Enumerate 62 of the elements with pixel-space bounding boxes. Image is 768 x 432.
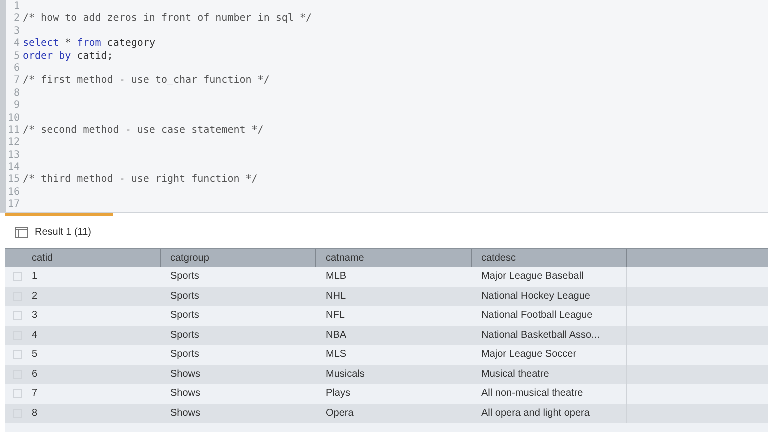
table-icon	[15, 226, 28, 238]
table-cell-text: 2	[32, 290, 38, 304]
code-line: /* first method - use to_char function */	[23, 75, 270, 88]
table-cell-text: Sports	[170, 270, 200, 284]
table-cell-text: National Football League	[482, 309, 593, 324]
line-number: 16	[6, 186, 21, 200]
code-line: /* second method - use case statement */	[23, 124, 264, 138]
line-number: 11	[6, 124, 21, 138]
table-cell-text: MLS	[326, 348, 347, 362]
table-cell-text: Sports	[170, 328, 200, 343]
table-cell-text: Musical theatre	[482, 368, 550, 382]
line-number: 10	[6, 112, 21, 125]
table-cell-text: Sports	[170, 290, 200, 304]
table-cell-text: Musicals	[326, 368, 365, 382]
table-cell-text: Shows	[170, 387, 201, 402]
table-cell-text: Sports	[170, 348, 200, 362]
line-number: 17	[6, 199, 21, 212]
table-cell-text: 3	[32, 309, 38, 324]
line-number: 1	[12, 1, 21, 14]
code-line: select * from category	[23, 38, 156, 51]
table-cell-text: NFL	[326, 309, 345, 324]
code-line: /* how to add zeros in front of number in sql */	[23, 13, 312, 26]
line-number: 4	[12, 38, 21, 51]
row-checkbox[interactable]	[13, 389, 22, 398]
line-number: 6	[12, 62, 21, 76]
table-cell-text: 4	[32, 328, 38, 343]
line-number: 3	[12, 26, 21, 38]
table-cell-text: MLB	[326, 270, 347, 284]
table-cell-text: All opera and light opera	[482, 406, 590, 421]
line-number: 12	[6, 137, 21, 150]
table-cell-text: All non-musical theatre	[482, 387, 584, 402]
line-number: 5	[12, 50, 21, 63]
code-editor[interactable]	[0, 0, 768, 213]
row-checkbox[interactable]	[13, 311, 22, 320]
table-cell-text: NBA	[326, 328, 347, 343]
row-checkbox[interactable]	[13, 272, 22, 282]
table-cell-text: Opera	[326, 406, 354, 421]
table-cell-text: 5	[32, 348, 38, 362]
line-number: 13	[6, 150, 21, 162]
table-cell-text: Plays	[326, 387, 350, 402]
result-tab[interactable]: Result 1 (11)	[5, 213, 113, 248]
line-number: 15	[6, 174, 21, 187]
table-cell-text: 1	[32, 270, 38, 284]
line-number: 2	[12, 13, 21, 26]
line-number: 9	[12, 100, 21, 113]
row-checkbox[interactable]	[13, 350, 22, 360]
code-line: order by catid;	[23, 50, 114, 63]
table-cell-text: Sports	[170, 309, 200, 324]
code-line: /* third method - use right function */	[23, 174, 258, 187]
table-cell-text: 6	[32, 368, 38, 382]
table-cell-text: National Basketball Asso...	[482, 328, 600, 343]
table-cell-text: National Hockey League	[482, 290, 590, 304]
table-cell-text: Major League Soccer	[482, 348, 577, 362]
line-number: 8	[12, 88, 21, 100]
line-number: 7	[12, 75, 21, 88]
line-number: 14	[6, 162, 21, 174]
table-cell-text: NHL	[326, 290, 346, 304]
table-cell-text: Major League Baseball	[482, 270, 584, 284]
table-cell-text: 8	[32, 406, 38, 421]
table-cell-text: Shows	[170, 368, 201, 382]
table-cell-text: 7	[32, 387, 38, 402]
table-cell-text: Shows	[170, 406, 201, 421]
